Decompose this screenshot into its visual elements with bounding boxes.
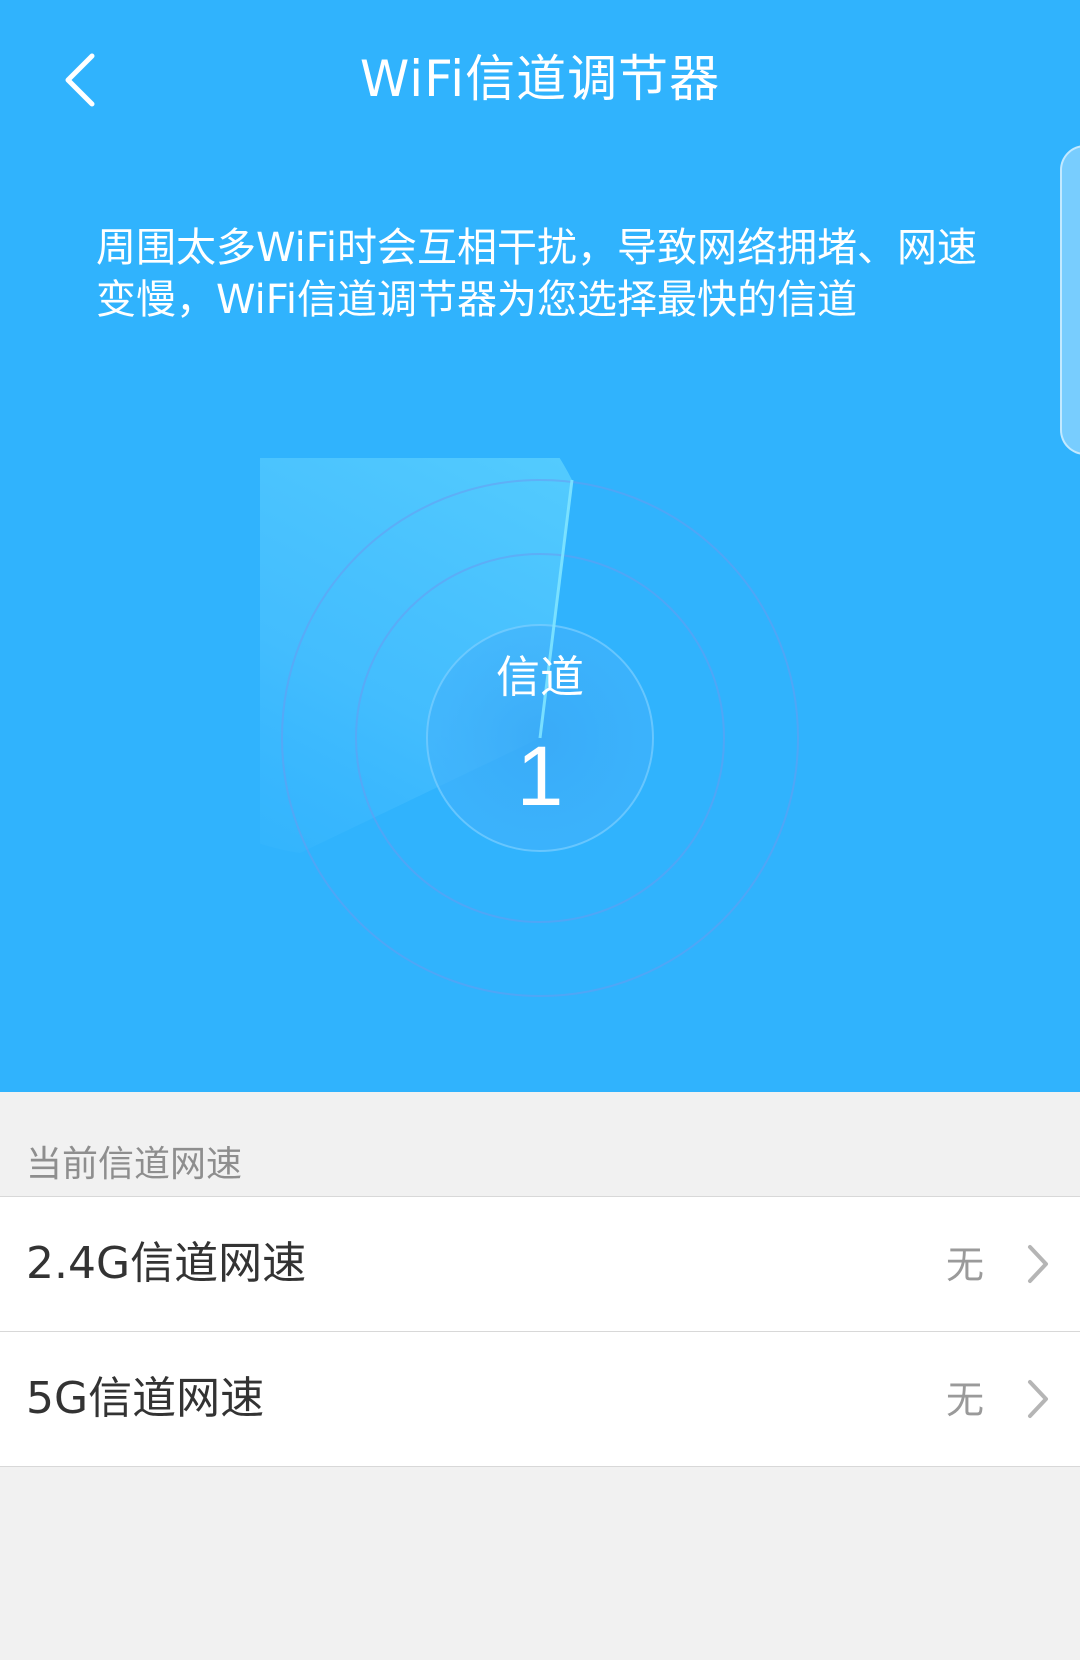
channel-label: 信道	[496, 652, 584, 703]
list-item-label: 5G信道网速	[26, 1373, 265, 1424]
chevron-right-icon	[1028, 1380, 1048, 1418]
list-item-2-4g-speed[interactable]: 2.4G信道网速 无	[0, 1197, 1080, 1332]
side-drawer-handle[interactable]	[1060, 145, 1080, 455]
chevron-right-icon	[1028, 1245, 1048, 1283]
hero-panel: WiFi信道调节器 周围太多WiFi时会互相干扰，导致网络拥堵、网速变慢，WiF…	[0, 0, 1080, 1092]
section-header: 当前信道网速	[26, 1144, 243, 1185]
channel-radar: 信道 1	[260, 458, 820, 1018]
list-item-value: 无	[945, 1378, 984, 1422]
channel-value: 1	[516, 729, 564, 823]
list-item-value: 无	[945, 1243, 984, 1287]
page-title: WiFi信道调节器	[359, 50, 721, 108]
description-text: 周围太多WiFi时会互相干扰，导致网络拥堵、网速变慢，WiFi信道调节器为您选择…	[96, 225, 977, 323]
list-item-label: 2.4G信道网速	[26, 1238, 307, 1289]
list-item-5g-speed[interactable]: 5G信道网速 无	[0, 1332, 1080, 1467]
speed-list: 2.4G信道网速 无 5G信道网速 无	[0, 1196, 1080, 1467]
